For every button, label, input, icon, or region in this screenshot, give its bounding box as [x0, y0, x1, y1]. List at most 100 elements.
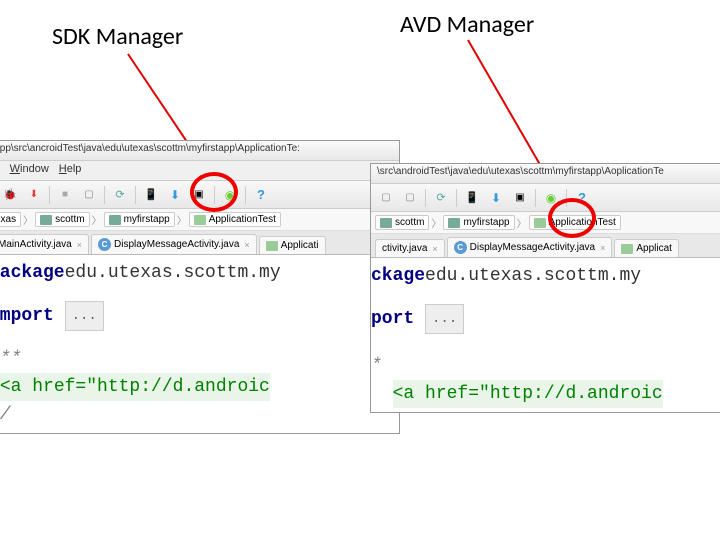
breadcrumb-left: exas 〉 scottm 〉 myfirstapp 〉 Application… [0, 209, 399, 231]
android-button[interactable]: ◉ [219, 184, 241, 206]
tab-mainactivity[interactable]: CMainActivity.java× [0, 234, 89, 254]
close-icon[interactable]: × [244, 240, 249, 250]
sync-icon: ⟳ [436, 191, 445, 204]
collapsed-block[interactable]: ... [65, 301, 104, 331]
test-icon [194, 215, 206, 225]
crumb-applicationtest[interactable]: ApplicationTest [189, 212, 281, 227]
crumb-label: myfirstapp [124, 214, 170, 225]
chevron-icon: 〉 [177, 212, 187, 227]
menubar-left: VCS Window Help [0, 161, 399, 181]
tab-displaymessage[interactable]: CDisplayMessageActivity.java× [447, 237, 613, 257]
generic-icon: ▢ [84, 189, 93, 200]
code-keyword: port [371, 305, 414, 333]
code-comment: /** [0, 345, 21, 373]
breadcrumb-right: scottm 〉 myfirstapp 〉 ApplicationTest [371, 212, 720, 234]
ide-window-right: \src\androidTest\java\edu\utexas\scottm\… [370, 163, 720, 413]
tab-label: Applicati [281, 240, 319, 251]
sync-button[interactable]: ⟳ [109, 184, 131, 206]
titlebar-right: \src\androidTest\java\edu\utexas\scottm\… [371, 164, 720, 184]
sdk-manager-button-right[interactable]: ⬇ [485, 187, 507, 209]
chevron-icon: 〉 [92, 212, 102, 227]
test-icon [534, 218, 546, 228]
help-button[interactable]: ? [250, 184, 272, 206]
attach-button[interactable]: ⬇ [23, 184, 45, 206]
monitor-button[interactable]: ▣ [188, 184, 210, 206]
sdk-manager-button-left[interactable]: ⬇ [164, 184, 186, 206]
debug-button[interactable]: 🐞 [0, 184, 21, 206]
close-icon[interactable]: × [77, 240, 82, 250]
class-icon: C [98, 238, 111, 251]
download-icon: ⬇ [170, 188, 180, 202]
toolbar-separator [566, 189, 567, 207]
close-icon[interactable]: × [432, 244, 437, 254]
code-package: edu.utexas.scottm.my [425, 262, 641, 290]
test-icon [621, 244, 633, 254]
monitor-icon: ▣ [515, 192, 524, 203]
code-package: edu.utexas.scottm.my [65, 259, 281, 287]
titlebar-left: - ...\app\src\ancroidTest\java\edu\utexa… [0, 141, 399, 161]
tab-applicationtest[interactable]: Applicati [259, 236, 326, 254]
crumb-label: ApplicationTest [209, 214, 276, 225]
toolbar-separator [456, 189, 457, 207]
crumb-scottm[interactable]: scottm [35, 212, 89, 227]
collapsed-block[interactable]: ... [425, 304, 464, 334]
stop-button[interactable]: ■ [54, 184, 76, 206]
test-icon [266, 241, 278, 251]
close-icon[interactable]: × [600, 243, 605, 253]
tab-activity[interactable]: ctivity.java × [375, 239, 445, 257]
tab-label: DisplayMessageActivity.java [114, 239, 239, 250]
code-keyword: package [0, 259, 65, 287]
help-icon: ? [257, 187, 265, 202]
android-icon: ◉ [225, 188, 235, 202]
device-icon: 📱 [465, 191, 479, 204]
code-comment: * [371, 352, 382, 380]
monitor-button[interactable]: ▣ [509, 187, 531, 209]
avd-manager-button-right[interactable]: 📱 [461, 187, 483, 209]
toolbar-separator [535, 189, 536, 207]
help-icon: ? [578, 190, 586, 205]
crumb-myfirstapp[interactable]: myfirstapp [443, 215, 514, 230]
menu-window[interactable]: Window [10, 163, 49, 178]
code-keyword: import [0, 302, 54, 330]
toolbar-button[interactable]: ▢ [399, 187, 421, 209]
editor-tabs-right: ctivity.java × CDisplayMessageActivity.ja… [371, 234, 720, 258]
android-icon: ◉ [546, 191, 556, 205]
code-editor-left[interactable]: package edu.utexas.scottm.my ⊕import ...… [0, 255, 399, 433]
crumb-label: exas [0, 214, 16, 225]
code-link: <a href="http://d.androic [0, 373, 270, 401]
editor-tabs-left: C MainActivity.java × CDisplayMessageActiv… [0, 231, 399, 255]
toolbar-right: ▢ ▢ ⟳ 📱 ⬇ ▣ ◉ ? [371, 184, 720, 212]
crumb-exas[interactable]: exas [0, 212, 21, 227]
toolbar-separator [135, 186, 136, 204]
ide-window-left: - ...\app\src\ancroidTest\java\edu\utexa… [0, 140, 400, 434]
attach-icon: ⬇ [30, 189, 38, 200]
toolbar-separator [245, 186, 246, 204]
sync-button[interactable]: ⟳ [430, 187, 452, 209]
help-button[interactable]: ? [571, 187, 593, 209]
tab-applicationtest[interactable]: Applicat [614, 239, 679, 257]
crumb-label: scottm [55, 214, 84, 225]
code-keyword: ckage [371, 262, 425, 290]
code-editor-right[interactable]: ckage edu.utexas.scottm.my port ... * <a… [371, 258, 720, 412]
folder-icon [380, 218, 392, 228]
toolbar-button-1[interactable]: ▢ [78, 184, 100, 206]
sync-icon: ⟳ [115, 188, 124, 201]
class-icon: C [454, 241, 467, 254]
crumb-applicationtest[interactable]: ApplicationTest [529, 215, 621, 230]
menu-help[interactable]: Help [59, 163, 82, 178]
monitor-icon: ▣ [194, 189, 203, 200]
toolbar-button[interactable]: ▢ [375, 187, 397, 209]
code-comment: */ [0, 401, 11, 429]
toolbar-separator [104, 186, 105, 204]
android-button[interactable]: ◉ [540, 187, 562, 209]
crumb-myfirstapp[interactable]: myfirstapp [104, 212, 175, 227]
tab-label: MainActivity.java [0, 239, 72, 250]
tab-label: ctivity.java [382, 243, 427, 254]
crumb-scottm[interactable]: scottm [375, 215, 429, 230]
avd-manager-button-left[interactable]: 📱 [140, 184, 162, 206]
toolbar-separator [49, 186, 50, 204]
device-icon: 📱 [144, 188, 158, 201]
folder-icon [448, 218, 460, 228]
tab-displaymessage[interactable]: CDisplayMessageActivity.java × [91, 234, 257, 254]
code-link: <a href="http://d.androic [393, 380, 663, 408]
